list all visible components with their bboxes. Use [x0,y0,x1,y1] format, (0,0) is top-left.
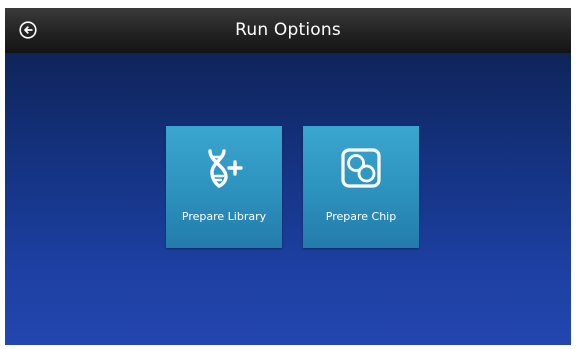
title-bar: Run Options [5,8,571,53]
dna-plus-icon [204,148,244,188]
prepare-chip-label: Prepare Chip [325,210,397,223]
prepare-chip-button[interactable]: Prepare Chip [303,126,419,248]
prepare-library-button[interactable]: Prepare Library [166,126,282,248]
page-title: Run Options [235,20,341,40]
prepare-library-label: Prepare Library [181,210,267,223]
run-options-screen: Run Options Prepare Library Prepare Chip [5,8,571,345]
back-button[interactable] [19,21,37,39]
arrow-left-circle-icon [19,21,37,39]
chip-two-circles-icon [341,148,381,188]
